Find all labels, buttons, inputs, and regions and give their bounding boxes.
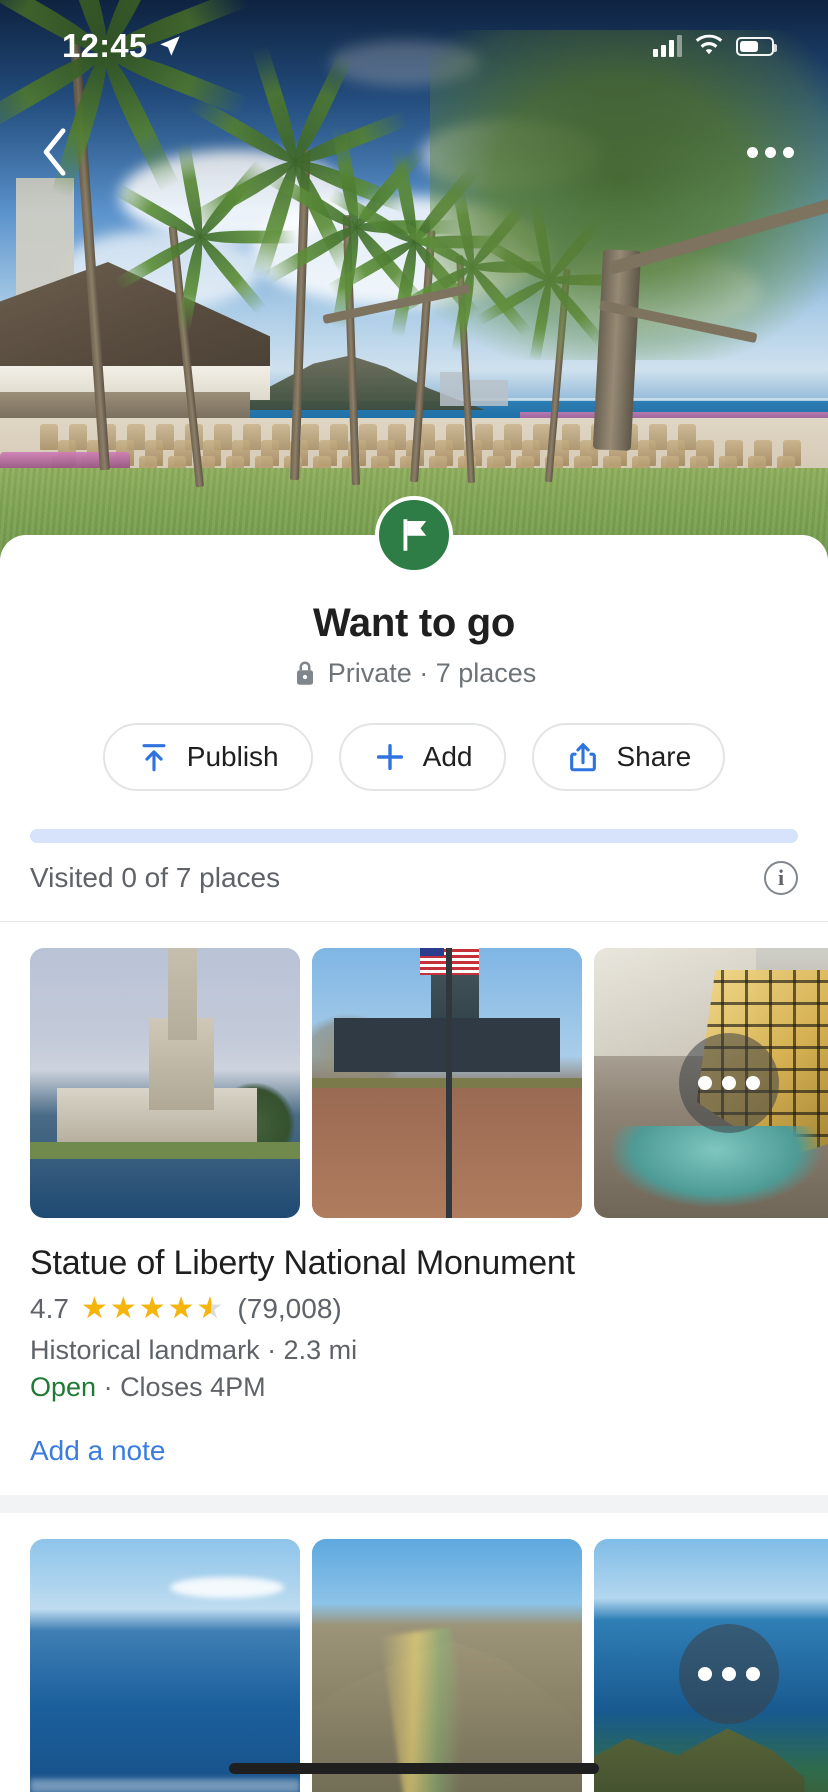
photo-detail bbox=[170, 1576, 284, 1599]
chair bbox=[40, 424, 58, 450]
place-category-distance: Historical landmark · 2.3 mi bbox=[30, 1335, 358, 1365]
progress-track bbox=[30, 829, 798, 843]
overflow-menu-icon bbox=[746, 146, 758, 158]
visited-row: Visited 0 of 7 places i bbox=[0, 861, 828, 921]
photo-detail bbox=[30, 1142, 300, 1159]
visited-count-label: Visited 0 of 7 places bbox=[30, 862, 281, 893]
hours-separator: · bbox=[96, 1372, 121, 1402]
photo-art bbox=[312, 1539, 582, 1792]
place-photo[interactable] bbox=[594, 948, 828, 1218]
list-detail-sheet: Want to go Private · 7 places Publish Ad… bbox=[0, 535, 828, 1792]
place-photo[interactable] bbox=[312, 1539, 582, 1792]
status-bar: 12:45 bbox=[0, 0, 828, 92]
photo-art bbox=[30, 948, 300, 1218]
status-time-group: 12:45 bbox=[62, 27, 183, 65]
publish-upload-icon bbox=[142, 744, 166, 772]
phone-screen: 12:45 Want to go Private · 7 places Publ… bbox=[0, 0, 828, 1792]
dot bbox=[746, 1076, 760, 1090]
publish-button-label: Publish bbox=[186, 741, 279, 772]
list-subtitle: Private · 7 places bbox=[327, 658, 537, 688]
photo-detail bbox=[167, 948, 198, 1040]
place-photo[interactable] bbox=[30, 948, 300, 1218]
open-status: Open bbox=[30, 1372, 97, 1402]
photo-art bbox=[312, 948, 582, 1218]
add-button-label: Add bbox=[422, 741, 473, 772]
place-photo[interactable] bbox=[312, 948, 582, 1218]
rating-stars: ★★★★★ ★★★★★ bbox=[81, 1294, 225, 1324]
dot bbox=[746, 1667, 760, 1681]
cellular-signal-icon bbox=[653, 35, 682, 57]
flag-icon bbox=[403, 519, 427, 551]
closing-time: Closes 4PM bbox=[120, 1372, 266, 1402]
info-icon[interactable]: i bbox=[764, 861, 798, 895]
place-name[interactable]: Statue of Liberty National Monument bbox=[0, 1218, 828, 1283]
dot bbox=[698, 1667, 712, 1681]
add-button[interactable]: Add bbox=[338, 723, 507, 791]
place-card[interactable] bbox=[0, 1513, 828, 1792]
page-title: Want to go bbox=[312, 601, 516, 645]
visited-progress bbox=[0, 829, 828, 843]
photo-detail bbox=[420, 948, 445, 957]
dot bbox=[698, 1076, 712, 1090]
lock-icon bbox=[296, 661, 313, 685]
overflow-menu-icon bbox=[782, 146, 794, 158]
place-hours: Open · Closes 4PM bbox=[0, 1366, 828, 1403]
place-photo[interactable] bbox=[594, 1539, 828, 1792]
distant-building bbox=[468, 380, 508, 406]
section-divider bbox=[0, 1495, 828, 1513]
home-indicator bbox=[229, 1763, 599, 1774]
place-photo[interactable] bbox=[30, 1539, 300, 1792]
share-button[interactable]: Share bbox=[532, 723, 726, 791]
list-action-buttons: Publish Add Share bbox=[0, 723, 828, 791]
place-photo-strip[interactable] bbox=[0, 948, 828, 1218]
palm-frond bbox=[200, 230, 296, 244]
dot bbox=[722, 1667, 736, 1681]
share-icon bbox=[570, 743, 597, 772]
photo-detail bbox=[445, 948, 453, 1218]
list-avatar bbox=[375, 496, 453, 574]
back-chevron-icon bbox=[43, 128, 66, 176]
battery-icon bbox=[736, 36, 777, 56]
photo-detail bbox=[610, 1126, 821, 1208]
photo-detail bbox=[30, 1779, 300, 1792]
status-indicators bbox=[653, 34, 777, 58]
more-photos-icon[interactable] bbox=[679, 1624, 779, 1724]
back-button[interactable] bbox=[22, 118, 90, 186]
dot bbox=[722, 1076, 736, 1090]
photo-art bbox=[30, 1539, 300, 1792]
share-button-label: Share bbox=[616, 741, 692, 772]
place-photo-strip[interactable] bbox=[0, 1539, 828, 1792]
add-a-note-link[interactable]: Add a note bbox=[0, 1403, 828, 1495]
place-card[interactable]: Statue of Liberty National Monument 4.7 … bbox=[0, 922, 828, 1495]
plus-icon bbox=[376, 743, 403, 771]
stars-filled: ★★★★★ bbox=[80, 1294, 211, 1324]
publish-button[interactable]: Publish bbox=[102, 723, 313, 791]
overflow-menu-icon bbox=[764, 146, 776, 158]
review-count: (79,008) bbox=[237, 1293, 342, 1324]
wifi-icon bbox=[695, 34, 723, 55]
more-photos-icon[interactable] bbox=[679, 1033, 779, 1133]
list-privacy-summary: Private · 7 places bbox=[0, 658, 828, 689]
overflow-menu-button[interactable] bbox=[734, 118, 806, 186]
status-time: 12:45 bbox=[62, 27, 148, 64]
place-rating-row: 4.7 ★★★★★ ★★★★★ (79,008) bbox=[0, 1283, 828, 1325]
location-arrow-icon bbox=[160, 36, 181, 56]
rating-value: 4.7 bbox=[30, 1293, 69, 1324]
